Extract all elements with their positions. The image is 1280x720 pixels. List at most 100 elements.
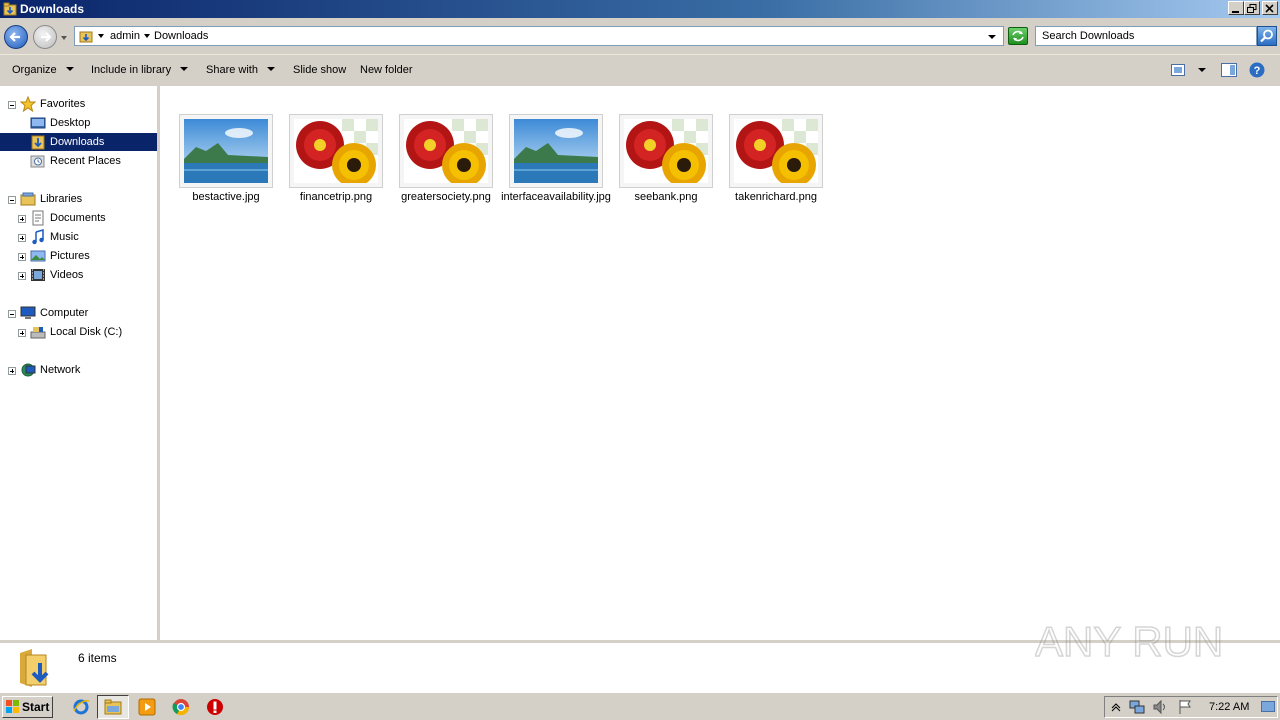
chrome-icon[interactable] [172,698,190,716]
downloads-folder-icon [31,135,45,150]
back-button[interactable] [4,25,28,49]
image-thumbnail [399,114,493,188]
explorer-folder-icon [104,699,122,715]
nav-downloads-label: Downloads [50,136,105,148]
file-item[interactable]: greatersociety.png [391,114,501,204]
nav-network-label: Network [40,364,81,376]
nav-desktop[interactable]: Desktop [28,114,155,132]
file-item[interactable]: interfaceavailability.jpg [501,114,611,204]
nav-videos[interactable]: Videos [28,266,155,284]
forward-button[interactable] [33,25,57,49]
expand-music-toggle[interactable] [18,234,26,242]
expand-pictures-toggle[interactable] [18,253,26,261]
file-item[interactable]: takenrichard.png [721,114,831,204]
breadcrumb-admin[interactable]: admin [110,30,140,42]
nav-pictures[interactable]: Pictures [28,247,155,265]
show-desktop-icon[interactable] [1261,701,1275,713]
breadcrumb-separator-icon[interactable] [144,34,150,39]
show-hidden-icons-icon[interactable] [1111,702,1121,712]
nav-computer[interactable]: Computer [18,304,155,322]
downloads-folder-icon [20,649,49,687]
file-list-view: bestactive.jpg financetrip.png greaterso… [160,86,1280,640]
nav-recent-places[interactable]: Recent Places [28,152,155,170]
nav-music[interactable]: Music [28,228,155,246]
explorer-taskbar-button[interactable] [97,695,129,719]
nav-local-disk[interactable]: Local Disk (C:) [28,323,155,341]
landscape-thumbnail-icon [184,119,268,183]
address-bar[interactable]: admin Downloads [74,26,1004,46]
forward-arrow-icon [41,32,52,42]
address-dropdown-icon[interactable] [987,33,997,41]
restore-icon [1247,4,1257,13]
nav-local-disk-label: Local Disk (C:) [50,326,123,338]
file-item[interactable]: bestactive.jpg [171,114,281,204]
file-name: seebank.png [634,191,698,203]
dropdown-arrow-icon [65,67,74,71]
desktop-icon [30,117,46,129]
recent-pages-dropdown-icon[interactable] [59,33,69,43]
collapse-favorites-toggle[interactable] [8,101,16,109]
nav-computer-label: Computer [40,307,89,319]
refresh-button[interactable] [1008,27,1028,45]
media-player-icon[interactable] [138,698,156,716]
folder-icon [79,31,93,43]
videos-icon [31,269,45,281]
nav-documents[interactable]: Documents [28,209,155,227]
close-button[interactable] [1262,1,1278,15]
dropdown-arrow-icon [180,67,189,71]
local-disk-icon [30,327,46,339]
breadcrumb-separator-icon[interactable] [98,34,104,39]
include-in-library-label: Include in library [91,64,172,76]
nav-pictures-label: Pictures [50,250,90,262]
nav-desktop-label: Desktop [50,117,91,129]
expand-local-disk-toggle[interactable] [18,329,26,337]
share-with-label: Share with [206,64,258,76]
nav-recent-places-label: Recent Places [50,155,121,167]
expand-videos-toggle[interactable] [18,272,26,280]
collapse-libraries-toggle[interactable] [8,196,16,204]
share-with-menu[interactable]: Share with [206,64,275,76]
image-thumbnail [619,114,713,188]
minimize-button[interactable] [1228,1,1244,15]
breadcrumb-downloads[interactable]: Downloads [154,30,208,42]
nav-downloads[interactable]: Downloads [0,133,157,151]
network-icon [21,363,36,377]
file-item[interactable]: financetrip.png [281,114,391,204]
view-options-arrow-icon[interactable] [1198,68,1206,73]
include-in-library-menu[interactable]: Include in library [91,64,189,76]
pictures-icon [30,250,46,262]
back-arrow-icon [9,32,20,42]
documents-icon [32,210,44,226]
nav-network[interactable]: Network [18,361,155,379]
volume-icon[interactable] [1152,699,1168,715]
clock[interactable]: 7:22 AM [1209,701,1249,713]
preview-pane-icon[interactable] [1221,63,1237,77]
nav-libraries[interactable]: Libraries [18,190,155,208]
start-button[interactable]: Start [2,696,53,718]
collapse-computer-toggle[interactable] [8,310,16,318]
nav-favorites[interactable]: Favorites [18,95,155,113]
image-thumbnail [509,114,603,188]
network-tray-icon[interactable] [1129,699,1145,715]
navigation-pane: Favorites Desktop Downloads Recent Place… [0,86,160,640]
new-folder-button[interactable]: New folder [360,64,413,76]
search-button[interactable] [1257,26,1277,46]
expand-documents-toggle[interactable] [18,215,26,223]
search-input[interactable]: Search Downloads [1035,26,1257,46]
file-item[interactable]: seebank.png [611,114,721,204]
image-thumbnail [729,114,823,188]
slide-show-button[interactable]: Slide show [293,64,346,76]
internet-explorer-icon[interactable] [72,698,90,716]
taskbar: Start 7:22 AM [0,692,1280,720]
windows-logo-icon [6,700,19,713]
help-icon[interactable]: ? [1249,62,1265,78]
organize-menu[interactable]: Organize [12,64,74,76]
search-placeholder: Search Downloads [1042,30,1135,42]
expand-network-toggle[interactable] [8,367,16,375]
libraries-icon [20,192,36,206]
stop-sign-icon[interactable] [206,698,224,716]
action-center-flag-icon[interactable] [1177,699,1193,715]
change-view-icon[interactable] [1171,64,1185,76]
file-name: bestactive.jpg [192,191,260,203]
restore-button[interactable] [1244,1,1260,15]
